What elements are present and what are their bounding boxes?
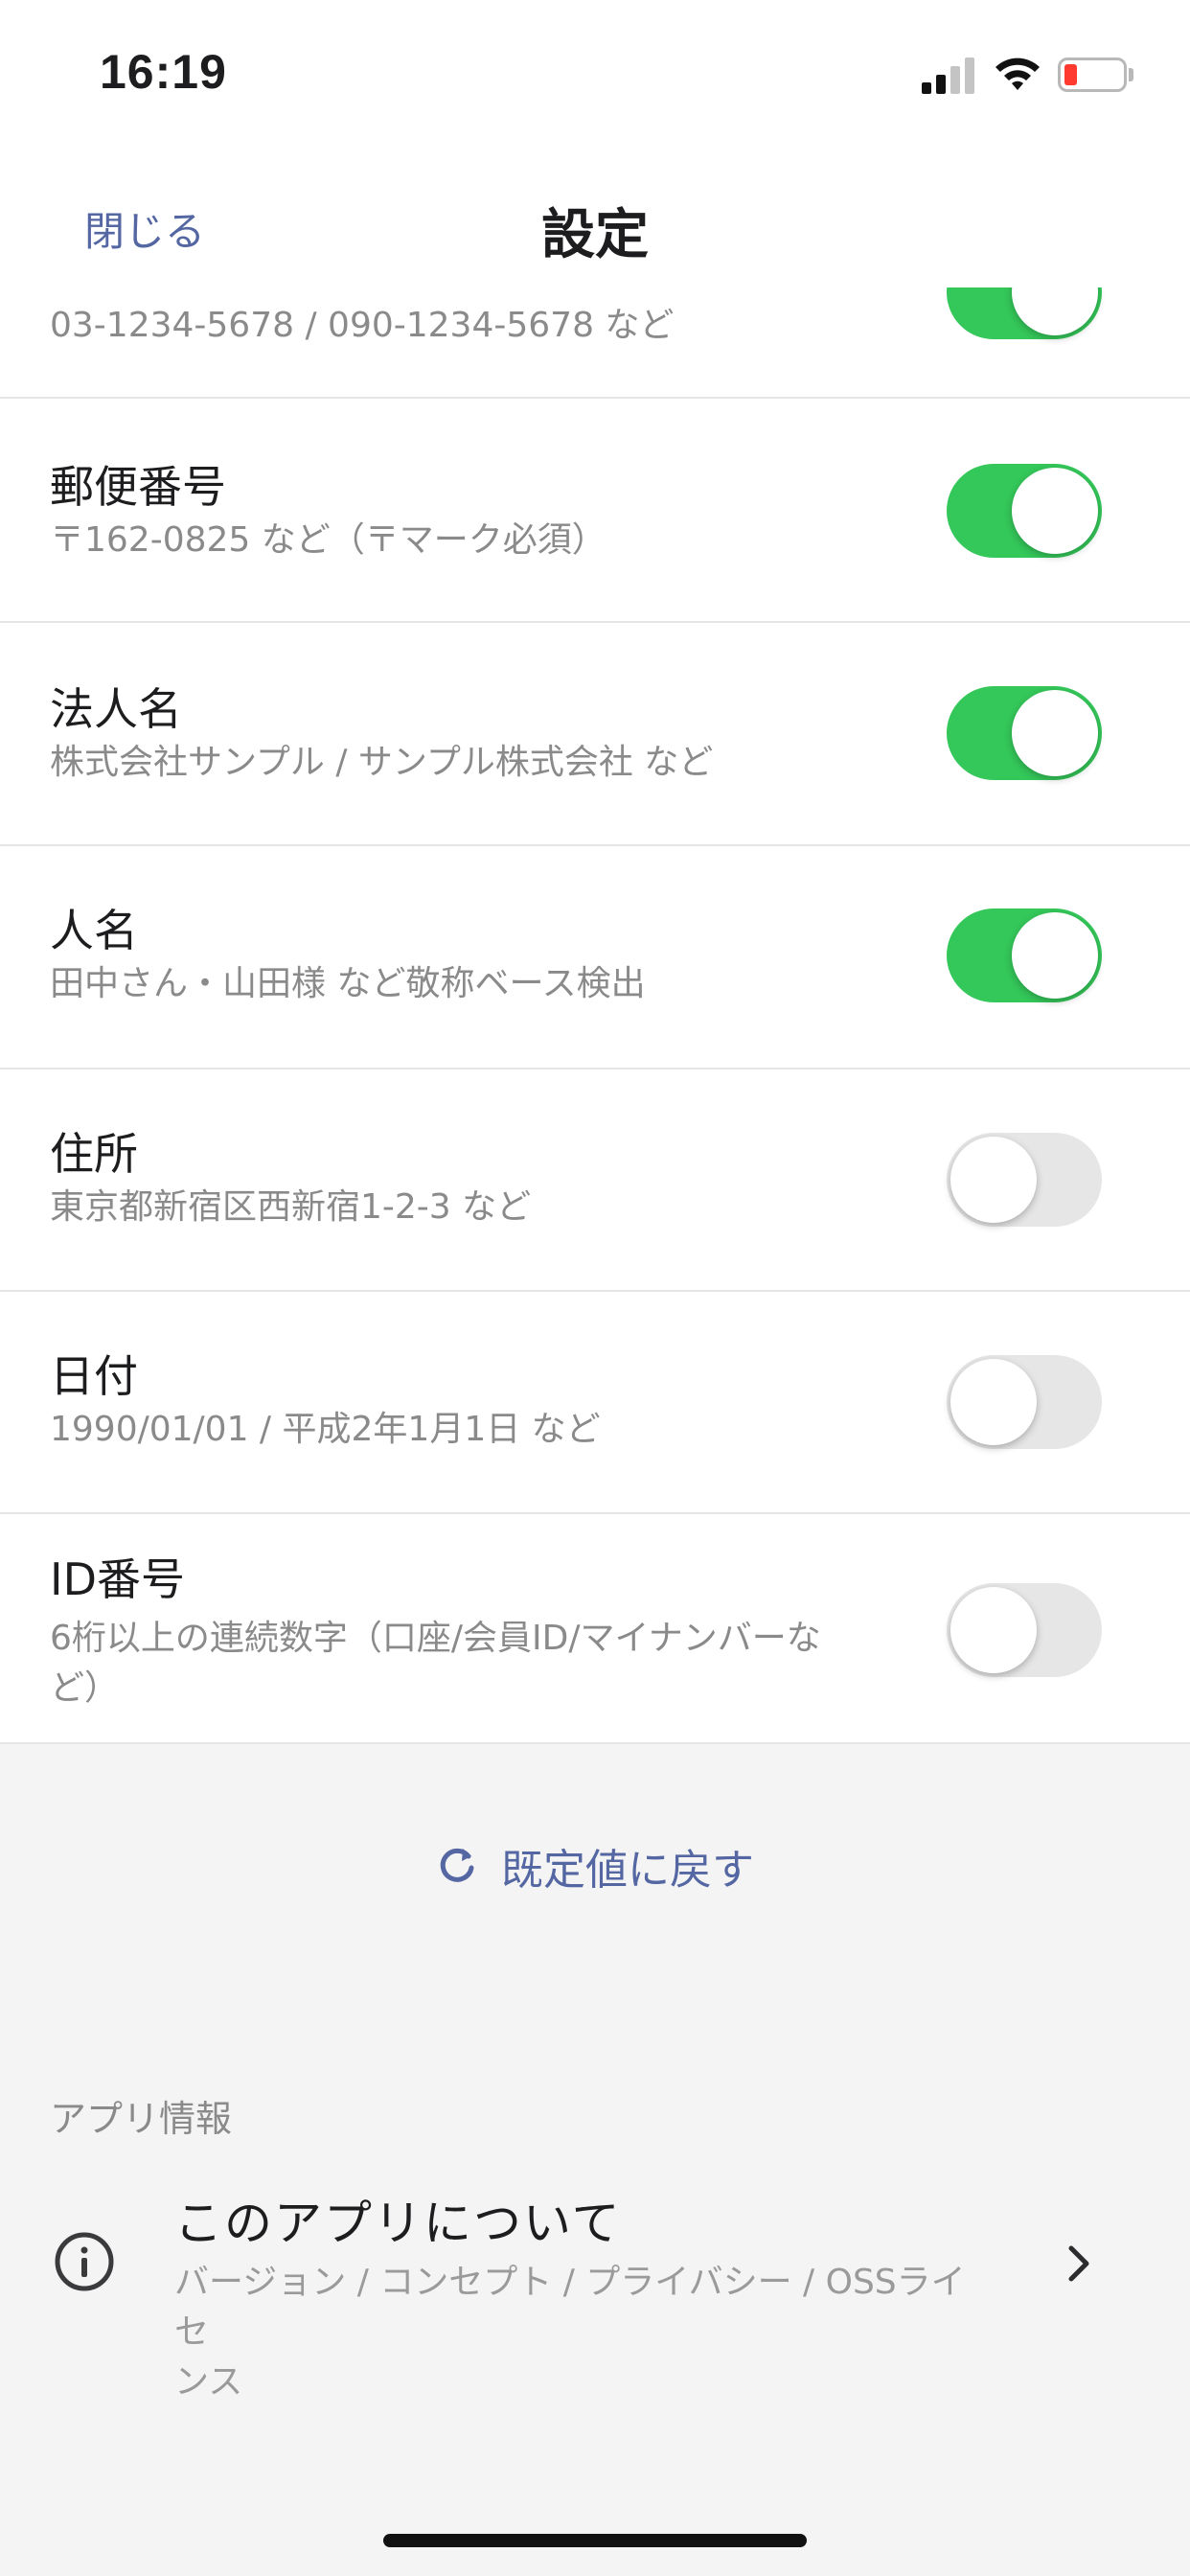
battery-icon: [1058, 58, 1127, 92]
toggle-knob: [1012, 288, 1098, 335]
toggle-knob: [950, 1359, 1037, 1445]
row-title: 人名: [50, 905, 138, 956]
info-icon: [55, 2232, 114, 2291]
row-title: 法人名: [50, 683, 182, 735]
row-description: 〒162-0825 など（〒マーク必須）: [50, 520, 606, 560]
about-description: バージョン / コンセプト / プライバシー / OSSライセ ンス: [174, 2258, 998, 2407]
about-description-line2: ンス: [174, 2362, 243, 2402]
row-description: 田中さん・山田様 など敬称ベース検出: [50, 964, 646, 1003]
row-title: ID番号: [50, 1553, 185, 1605]
postal-code-toggle[interactable]: [947, 464, 1102, 558]
toggle-knob: [1012, 468, 1098, 554]
row-description: 1990/01/01 / 平成2年1月1日 など: [50, 1410, 601, 1449]
settings-row-address: 住所 東京都新宿区西新宿1-2-3 など: [0, 1070, 1190, 1292]
settings-row-corporate-name: 法人名 株式会社サンプル / サンプル株式会社 など: [0, 623, 1190, 846]
row-description: 東京都新宿区西新宿1-2-3 など: [50, 1187, 532, 1227]
nav-bar: 閉じる 設定: [0, 144, 1190, 288]
row-description-line2: ど）: [50, 1668, 120, 1708]
about-description-line1: バージョン / コンセプト / プライバシー / OSSライセ: [174, 2263, 966, 2352]
toggle-knob: [1012, 912, 1098, 999]
about-title: このアプリについて: [174, 2196, 622, 2251]
about-app-row[interactable]: このアプリについて バージョン / コンセプト / プライバシー / OSSライ…: [0, 2166, 1190, 2402]
date-toggle[interactable]: [947, 1355, 1102, 1449]
status-bar: 16:19: [0, 0, 1190, 144]
phone-toggle[interactable]: [947, 288, 1102, 339]
toggle-knob: [950, 1137, 1037, 1223]
settings-row-date: 日付 1990/01/01 / 平成2年1月1日 など: [0, 1292, 1190, 1514]
row-description-line1: 6桁以上の連続数字（口座/会員ID/マイナンバーな: [50, 1619, 821, 1658]
section-header-app-info: アプリ情報: [50, 2098, 233, 2140]
battery-tip: [1129, 68, 1133, 81]
row-title: 日付: [50, 1350, 138, 1402]
status-time: 16:19: [100, 45, 227, 99]
reset-defaults-button[interactable]: 既定値に戻す: [0, 1835, 1190, 1902]
row-description: 株式会社サンプル / サンプル株式会社 など: [50, 743, 714, 782]
row-description: 03-1234-5678 / 090-1234-5678 など: [50, 306, 675, 345]
person-name-toggle[interactable]: [947, 908, 1102, 1002]
row-title: 郵便番号: [50, 461, 226, 513]
settings-row-person-name: 人名 田中さん・山田様 など敬称ベース検出: [0, 846, 1190, 1070]
id-number-toggle[interactable]: [947, 1583, 1102, 1677]
page-title: 設定: [541, 204, 649, 266]
row-title: 住所: [50, 1128, 138, 1180]
corporate-name-toggle[interactable]: [947, 686, 1102, 780]
wifi-icon: [995, 58, 1040, 90]
chevron-right-icon: [1068, 2245, 1089, 2282]
home-indicator[interactable]: [383, 2534, 807, 2547]
settings-row-postal-code: 郵便番号 〒162-0825 など（〒マーク必須）: [0, 399, 1190, 623]
toggle-knob: [950, 1587, 1037, 1673]
settings-row-phone: 03-1234-5678 / 090-1234-5678 など: [0, 288, 1190, 399]
toggle-knob: [1012, 690, 1098, 776]
refresh-icon: [440, 1848, 474, 1882]
reset-label: 既定値に戻す: [501, 1846, 754, 1895]
address-toggle[interactable]: [947, 1133, 1102, 1227]
cellular-signal-icon: [922, 56, 975, 94]
settings-row-id-number: ID番号 6桁以上の連続数字（口座/会員ID/マイナンバーな ど）: [0, 1514, 1190, 1744]
